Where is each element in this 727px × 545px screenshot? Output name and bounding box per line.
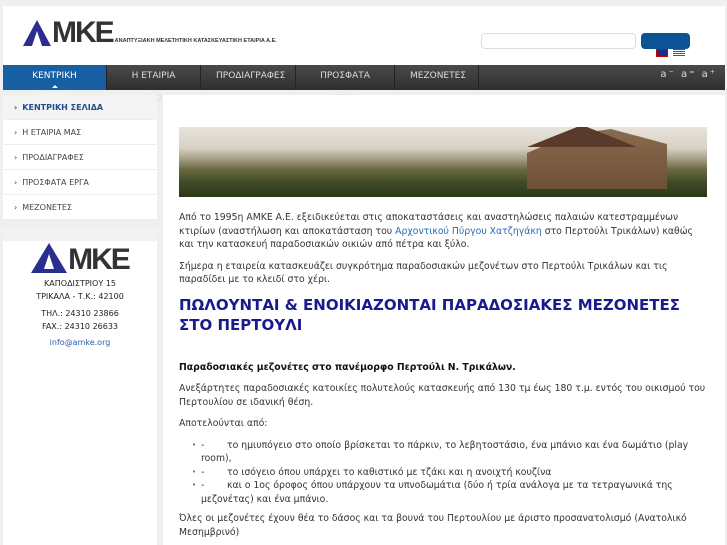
nav-company[interactable]: Η ΕΤΑΙΡΙΑ ΜΑΣ [107,65,201,104]
mansion-link[interactable]: Αρχοντικού Πύργου Χατζηγάκη [395,226,542,237]
sidebar-item-specs[interactable]: ΠΡΟΔΙΑΓΡΑΦΕΣ [3,145,157,170]
sidebar-item-home[interactable]: ΚΕΝΤΡΙΚΗ ΣΕΛΙΔΑ [3,95,157,120]
paragraph: Σήμερα η εταιρεία κατασκευάζει συγκρότημ… [179,260,668,286]
paragraph: Όλες οι μεζονέτες έχουν θέα το δάσος και… [179,513,687,538]
logo[interactable]: MKE ΑΝΑΠΤΥΞΙΑΚΗ ΜΕΛΕΤΗΤΙΚΗ ΚΑΤΑΣΚΕΥΑΣΤΙΚ… [23,16,277,49]
city: ΤΡΙΚΑΛΑ - Τ.Κ.: 42100 [36,292,124,301]
page-heading: ΠΩΛΟΥΝΤΑΙ & ΕΝΟΙΚΙΑΖΟΝΤΑΙ ΠΑΡΑΔΟΣΙΑΚΕΣ Μ… [179,295,681,334]
subheading: Παραδοσιακές μεζονέτες στο πανέμορφο Περ… [179,361,516,373]
search-input[interactable] [481,33,636,49]
paragraph: Ανεξάρτητες παραδοσιακές κατοικίες πολυτ… [179,383,706,408]
delta-logo-icon [31,243,68,273]
list-item: -το ημιυπόγειο στο οποίο βρίσκεται το πά… [192,439,709,466]
nav-specs[interactable]: ΠΡΟΔΙΑΓΡΑΦΕΣ [201,65,296,90]
delta-logo-icon [23,20,51,46]
logo-text: MKE [52,16,115,49]
sidebar-item-company[interactable]: Η ΕΤΑΙΡΙΑ ΜΑΣ [3,120,157,145]
contact-logo: MKE [3,243,157,276]
english-flag-icon[interactable] [656,49,668,57]
phone: ΤΗΛ.: 24310 23866 [41,309,119,318]
tagline: ΑΝΑΠΤΥΞΙΑΚΗ ΜΕΛΕΤΗΤΙΚΗ ΚΑΤΑΣΚΕΥΑΣΤΙΚΗ ΕΤ… [114,38,277,44]
nav-projects[interactable]: ΠΡΟΣΦΑΤΑ ΕΡΓΑ [296,65,395,104]
fax: FAX.: 24310 26633 [41,322,119,331]
address: ΚΑΠΟΔΙΣΤΡΙΟΥ 15 [44,279,116,288]
logo-text: MKE [68,243,131,276]
banner-image [179,127,707,197]
font-size-controls[interactable]: a⁻ a⁼ a⁺ [660,69,717,80]
list-item: -το ισόγειο όπου υπάρχει το καθιστικό με… [192,466,709,480]
contact-box: MKE ΚΑΠΟΔΙΣΤΡΙΟΥ 15 ΤΡΙΚΑΛΑ - Τ.Κ.: 4210… [3,228,157,545]
greek-flag-icon[interactable] [673,49,685,57]
list-item: -και ο 1ος όροφος όπου υπάρχουν τα υπνοδ… [192,479,709,506]
main-nav: ΚΕΝΤΡΙΚΗ ΣΕΛΙΔΑ Η ΕΤΑΙΡΙΑ ΜΑΣ ΠΡΟΔΙΑΓΡΑΦ… [3,65,725,104]
email-link[interactable]: info@amke.org [3,338,157,347]
features-list: -το ημιυπόγειο στο οποίο βρίσκεται το πά… [192,439,709,507]
paragraph: Αποτελούνται από: [179,418,268,429]
intro-paragraph: Από το 1995η ΑΜΚΕ Α.Ε. εξειδικεύεται στι… [179,212,693,250]
sidebar-item-projects[interactable]: ΠΡΟΣΦΑΤΑ ΕΡΓΑ [3,170,157,195]
search-button[interactable] [641,33,690,49]
main-content: Από το 1995η ΑΜΚΕ Α.Ε. εξειδικεύεται στι… [163,95,725,545]
header: MKE ΑΝΑΠΤΥΞΙΑΚΗ ΜΕΛΕΤΗΤΙΚΗ ΚΑΤΑΣΚΕΥΑΣΤΙΚ… [3,6,725,65]
nav-maisonettes[interactable]: ΜΕΖΟΝΕΤΕΣ [395,65,479,90]
nav-home[interactable]: ΚΕΝΤΡΙΚΗ ΣΕΛΙΔΑ [3,65,107,104]
sidebar-menu: ΚΕΝΤΡΙΚΗ ΣΕΛΙΔΑ Η ΕΤΑΙΡΙΑ ΜΑΣ ΠΡΟΔΙΑΓΡΑΦ… [3,95,157,220]
sidebar-item-maisonettes[interactable]: ΜΕΖΟΝΕΤΕΣ [3,195,157,220]
